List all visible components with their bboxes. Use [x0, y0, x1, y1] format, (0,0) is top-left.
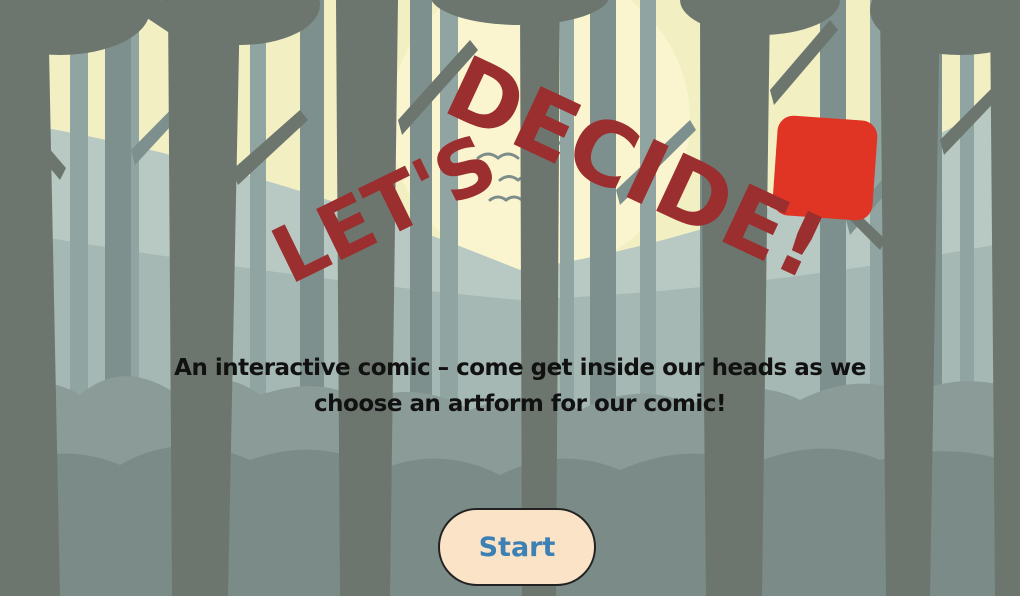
subtitle: An interactive comic – come get inside o…: [174, 355, 866, 417]
start-button[interactable]: Start: [438, 508, 596, 586]
forest-background: LET'S DECIDE!: [0, 0, 1020, 596]
